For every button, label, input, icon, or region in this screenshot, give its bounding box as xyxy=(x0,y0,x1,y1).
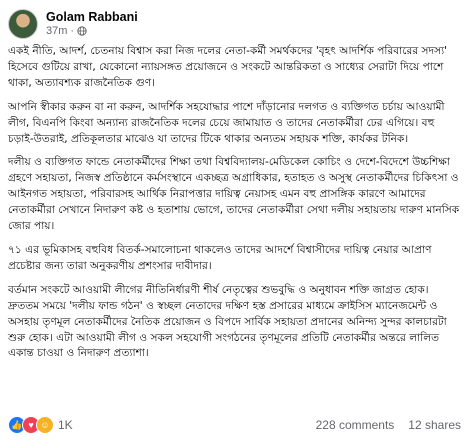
post-stats: 228 comments 12 shares xyxy=(316,418,461,432)
post-body: একই নীতি, আদর্শ, চেতনায় বিশ্বাস করা নিজ… xyxy=(8,44,460,370)
globe-icon xyxy=(77,26,87,36)
reaction-count: 1K xyxy=(58,418,73,432)
post-time[interactable]: 37m xyxy=(46,25,67,38)
post-meta: Golam Rabbani 37m · xyxy=(46,10,138,37)
reactions-summary[interactable]: 👍 ♥ ☺ 1K xyxy=(8,416,73,434)
author-avatar[interactable] xyxy=(8,9,38,39)
post-header: Golam Rabbani 37m · xyxy=(8,6,138,42)
author-name[interactable]: Golam Rabbani xyxy=(46,10,138,24)
post-paragraph: দলীয় ও ব্যক্তিগত ফান্ডে নেতাকর্মীদের শি… xyxy=(8,156,460,233)
care-reaction-icon: ☺ xyxy=(36,416,54,434)
post-paragraph: বর্তমান সংকটে আওয়ামী লীগের নীতিনির্ধারণ… xyxy=(8,283,447,360)
post-footer: 👍 ♥ ☺ 1K 228 comments 12 shares xyxy=(8,414,461,436)
comments-count[interactable]: 228 comments xyxy=(316,418,395,432)
post-paragraph: একই নীতি, আদর্শ, চেতনায় বিশ্বাস করা নিজ… xyxy=(8,45,448,89)
post-paragraph: আপনি স্বীকার করুন বা না করুন, আদর্শিক সহ… xyxy=(8,100,445,145)
post-paragraph: ৭১ এর ভূমিকাসহ বহুবিধ বিতর্ক-সমালোচনা থা… xyxy=(8,243,432,272)
post-card: Golam Rabbani 37m · একই নীতি, আদর্শ, চেত… xyxy=(0,0,467,441)
separator-dot: · xyxy=(70,24,75,37)
post-subline: 37m · xyxy=(46,25,138,38)
shares-count[interactable]: 12 shares xyxy=(408,418,461,432)
